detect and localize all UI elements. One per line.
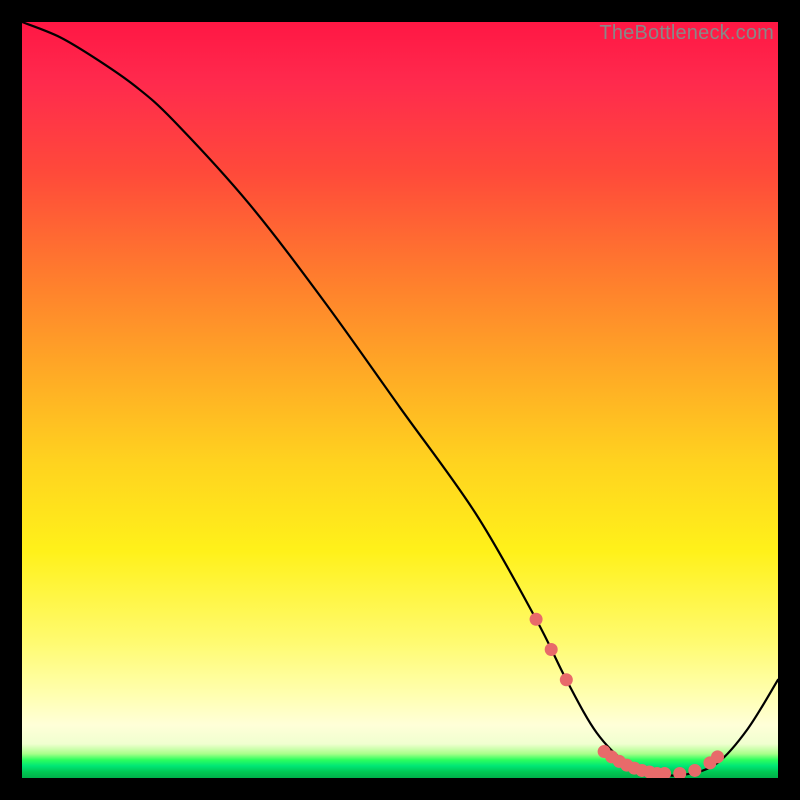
marker-dot bbox=[711, 750, 724, 763]
marker-dot bbox=[560, 673, 573, 686]
marker-group bbox=[530, 613, 724, 778]
marker-dot bbox=[673, 767, 686, 778]
curve-group bbox=[22, 22, 778, 778]
marker-dot bbox=[530, 613, 543, 626]
marker-dot bbox=[545, 643, 558, 656]
chart-svg bbox=[22, 22, 778, 778]
chart-frame: TheBottleneck.com bbox=[0, 0, 800, 800]
bottleneck-curve bbox=[22, 22, 778, 776]
marker-dot bbox=[688, 764, 701, 777]
plot-area: TheBottleneck.com bbox=[22, 22, 778, 778]
